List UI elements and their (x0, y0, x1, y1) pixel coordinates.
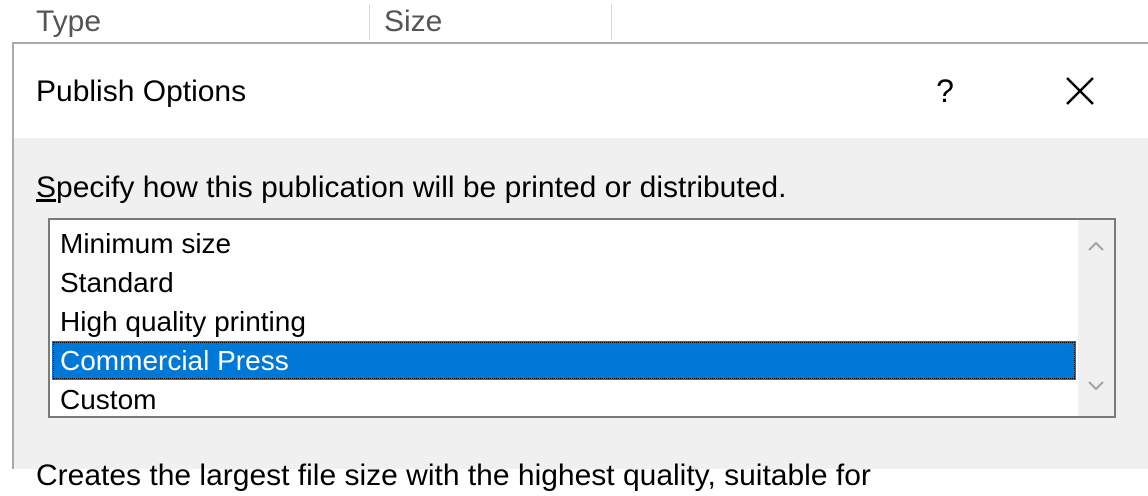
list-item-standard[interactable]: Standard (52, 263, 1076, 302)
scroll-down-button[interactable] (1078, 370, 1114, 406)
list-item-commercial-press[interactable]: Commercial Press (52, 341, 1076, 380)
chevron-down-icon (1088, 381, 1104, 391)
publish-options-listbox[interactable]: Minimum size Standard High quality print… (48, 218, 1116, 418)
background-column-header: Type Size (0, 0, 1148, 44)
column-separator (611, 4, 612, 40)
dialog-titlebar: Publish Options ? (14, 44, 1148, 138)
column-header-size[interactable]: Size (384, 4, 442, 40)
list-item-custom[interactable]: Custom (52, 380, 1076, 419)
close-icon (1066, 77, 1094, 105)
listbox-scrollbar[interactable] (1078, 220, 1114, 416)
list-item-minimum-size[interactable]: Minimum size (52, 224, 1076, 263)
dialog-title: Publish Options (36, 75, 247, 108)
option-description: Creates the largest file size with the h… (36, 459, 871, 492)
publish-options-dialog: Publish Options ? Specify how this publi… (12, 42, 1148, 492)
publish-prompt-label: Specify how this publication will be pri… (36, 168, 786, 208)
listbox-items: Minimum size Standard High quality print… (52, 224, 1076, 419)
prompt-text: pecify how this publication will be prin… (56, 171, 787, 204)
close-button[interactable] (1050, 66, 1110, 116)
prompt-accelerator-key: S (36, 171, 57, 204)
column-separator (369, 4, 370, 40)
chevron-up-icon (1088, 241, 1104, 251)
list-item-high-quality-printing[interactable]: High quality printing (52, 302, 1076, 341)
help-button[interactable]: ? (920, 66, 970, 116)
column-header-type[interactable]: Type (36, 4, 101, 40)
scroll-up-button[interactable] (1078, 230, 1114, 266)
